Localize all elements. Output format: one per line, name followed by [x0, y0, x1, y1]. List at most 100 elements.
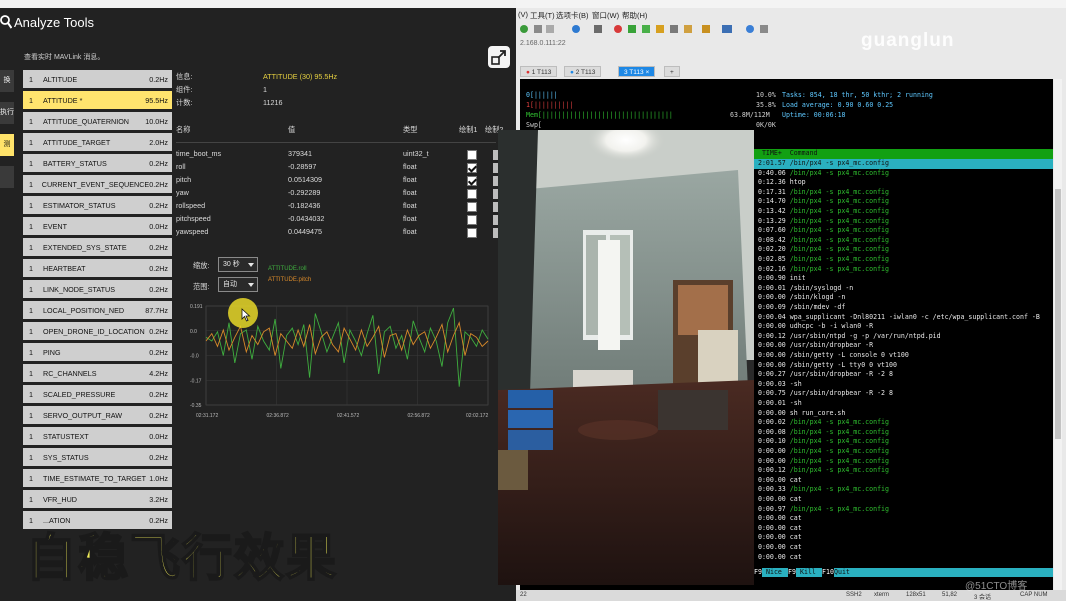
menu-tabs[interactable]: 选项卡(B)	[556, 10, 589, 21]
toolbar-copy-icon[interactable]	[546, 25, 554, 33]
toolbar-script-icon[interactable]	[684, 25, 692, 33]
process-row[interactable]: 0:12.36 htop	[754, 178, 1053, 188]
message-row[interactable]: 1 ATTITUDE * 95.5Hz	[23, 91, 172, 109]
process-row[interactable]: 0:00.09 /sbin/mdev -df	[754, 303, 1053, 313]
message-row[interactable]: 1 PING 0.2Hz	[23, 343, 172, 361]
process-row[interactable]: 0:00.00 /sbin/klogd -n	[754, 293, 1053, 303]
new-tab-button[interactable]: +	[664, 66, 680, 77]
process-row[interactable]: 0:00.01 /sbin/syslogd -n	[754, 284, 1053, 294]
process-row[interactable]: 0:00.02 /bin/px4 -s px4_mc.config	[754, 418, 1053, 428]
toolbar-expand-icon[interactable]	[642, 25, 650, 33]
process-row[interactable]: 0:00.00 cat	[754, 533, 1053, 543]
process-row[interactable]: 0:13.42 /bin/px4 -s px4_mc.config	[754, 207, 1053, 217]
fkey-label[interactable]: Nice	[766, 568, 782, 577]
process-row[interactable]: 0:00.04 wpa_supplicant -Dnl80211 -iwlan0…	[754, 313, 1053, 323]
process-row[interactable]: 0:00.00 udhcpc -b -i wlan0 -R	[754, 322, 1053, 332]
message-row[interactable]: 1 HEARTBEAT 0.2Hz	[23, 259, 172, 277]
terminal-scrollbar[interactable]	[1054, 79, 1062, 591]
tab-2[interactable]: ● 2 T113	[564, 66, 602, 77]
menu-help[interactable]: 帮助(H)	[622, 10, 647, 21]
process-row[interactable]: 0:00.01 -sh	[754, 399, 1053, 409]
plot1-checkbox[interactable]	[467, 202, 477, 212]
message-row[interactable]: 1 OPEN_DRONE_ID_LOCATION 0.2Hz	[23, 322, 172, 340]
fkey-key[interactable]: F9	[788, 568, 796, 577]
toolbar-help-icon[interactable]	[746, 25, 754, 33]
process-row[interactable]: 0:00.10 /bin/px4 -s px4_mc.config	[754, 437, 1053, 447]
plot1-checkbox[interactable]	[467, 228, 477, 238]
plot1-checkbox[interactable]	[467, 176, 477, 186]
menu-view[interactable]: (V)	[518, 10, 528, 19]
message-row[interactable]: 1 TIME_ESTIMATE_TO_TARGET 1.0Hz	[23, 469, 172, 487]
process-row[interactable]: 0:00.00 cat	[754, 524, 1053, 534]
process-row[interactable]: 0:17.31 /bin/px4 -s px4_mc.config	[754, 188, 1053, 198]
plot1-checkbox[interactable]	[467, 189, 477, 199]
message-row[interactable]: 1 SCALED_PRESSURE 0.2Hz	[23, 385, 172, 403]
toolbar-green-icon[interactable]	[628, 25, 636, 33]
rail-button-2[interactable]: 执行	[0, 102, 14, 124]
message-row[interactable]: 1 SERVO_OUTPUT_RAW 0.2Hz	[23, 406, 172, 424]
toolbar-lock-icon[interactable]	[656, 25, 664, 33]
process-row[interactable]: 0:13.29 /bin/px4 -s px4_mc.config	[754, 217, 1053, 227]
process-row[interactable]: 0:00.00 /bin/px4 -s px4_mc.config	[754, 457, 1053, 467]
message-row[interactable]: 1 STATUSTEXT 0.0Hz	[23, 427, 172, 445]
rail-button-1[interactable]: 换	[0, 70, 14, 92]
process-row[interactable]: 0:07.60 /bin/px4 -s px4_mc.config	[754, 226, 1053, 236]
toolbar-tools-icon[interactable]	[702, 25, 710, 33]
toolbar-layout-icon[interactable]	[722, 25, 732, 33]
plot1-checkbox[interactable]	[467, 163, 477, 173]
toolbar-connect-icon[interactable]	[520, 25, 528, 33]
process-row[interactable]: 0:00.00 /sbin/getty -L console 0 vt100	[754, 351, 1053, 361]
process-row[interactable]: 0:00.33 /bin/px4 -s px4_mc.config	[754, 485, 1053, 495]
message-row[interactable]: 1 CURRENT_EVENT_SEQUENCE 0.2Hz	[23, 175, 172, 193]
popout-button[interactable]	[488, 46, 510, 68]
toolbar-search-icon[interactable]	[534, 25, 542, 33]
tab-1[interactable]: ● 1 T113	[520, 66, 558, 77]
range-dropdown[interactable]: 自动	[218, 277, 258, 292]
process-row[interactable]: 0:00.08 /bin/px4 -s px4_mc.config	[754, 428, 1053, 438]
message-row[interactable]: 1 EVENT 0.0Hz	[23, 217, 172, 235]
process-row[interactable]: 0:00.75 /usr/sbin/dropbear -R -2 8	[754, 389, 1053, 399]
menu-window[interactable]: 窗口(W)	[592, 10, 619, 21]
message-row[interactable]: 1 ATTITUDE_QUATERNION 10.0Hz	[23, 112, 172, 130]
fkey-key[interactable]: F9	[754, 568, 762, 577]
rail-button-3[interactable]: 测	[0, 134, 14, 156]
process-row[interactable]: 0:00.90 init	[754, 274, 1053, 284]
process-row[interactable]: 2:01.57 /bin/px4 -s px4_mc.config	[754, 159, 1053, 169]
process-row[interactable]: 0:00.00 /sbin/getty -L tty0 0 vt100	[754, 361, 1053, 371]
fkey-key[interactable]: F10	[822, 568, 834, 577]
process-row[interactable]: 0:00.97 /bin/px4 -s px4_mc.config	[754, 505, 1053, 515]
message-row[interactable]: 1 EXTENDED_SYS_STATE 0.2Hz	[23, 238, 172, 256]
toolbar-chat-icon[interactable]	[760, 25, 768, 33]
plot1-checkbox[interactable]	[467, 215, 477, 225]
scrollbar-thumb[interactable]	[1055, 189, 1061, 439]
process-row[interactable]: 0:00.00 /bin/px4 -s px4_mc.config	[754, 447, 1053, 457]
process-row[interactable]: 0:00.00 cat	[754, 495, 1053, 505]
message-row[interactable]: 1 ESTIMATOR_STATUS 0.2Hz	[23, 196, 172, 214]
toolbar-red-icon[interactable]	[614, 25, 622, 33]
process-row[interactable]: 0:00.00 cat	[754, 476, 1053, 486]
process-row[interactable]: 0:00.12 /usr/sbin/ntpd -g -p /var/run/nt…	[754, 332, 1053, 342]
process-row[interactable]: 0:00.00 /usr/sbin/dropbear -R	[754, 341, 1053, 351]
process-row[interactable]: 0:00.03 -sh	[754, 380, 1053, 390]
message-row[interactable]: 1 VFR_HUD 3.2Hz	[23, 490, 172, 508]
process-row[interactable]: 0:02.16 /bin/px4 -s px4_mc.config	[754, 265, 1053, 275]
process-row[interactable]: 0:00.12 /bin/px4 -s px4_mc.config	[754, 466, 1053, 476]
toolbar-font-icon[interactable]	[594, 25, 602, 33]
message-row[interactable]: 1 LOCAL_POSITION_NED 87.7Hz	[23, 301, 172, 319]
message-row[interactable]: 1 ALTITUDE 0.2Hz	[23, 70, 172, 88]
message-row[interactable]: 1 LINK_NODE_STATUS 0.2Hz	[23, 280, 172, 298]
tab-3[interactable]: 3 T113 ×	[618, 66, 656, 77]
process-row[interactable]: 0:00.00 sh run_core.sh	[754, 409, 1053, 419]
message-row[interactable]: 1 RC_CHANNELS 4.2Hz	[23, 364, 172, 382]
message-row[interactable]: 1 ATTITUDE_TARGET 2.0Hz	[23, 133, 172, 151]
message-row[interactable]: 1 SYS_STATUS 0.2Hz	[23, 448, 172, 466]
process-row[interactable]: 0:02.85 /bin/px4 -s px4_mc.config	[754, 255, 1053, 265]
fkey-label[interactable]: Kill	[800, 568, 816, 577]
rail-button-4[interactable]	[0, 166, 14, 188]
scale-dropdown[interactable]: 30 秒	[218, 257, 258, 272]
toolbar-globe-icon[interactable]	[572, 25, 580, 33]
process-row[interactable]: 0:00.27 /usr/sbin/dropbear -R -2 8	[754, 370, 1053, 380]
menu-tools[interactable]: 工具(T)	[530, 10, 555, 21]
process-row[interactable]: 0:08.42 /bin/px4 -s px4_mc.config	[754, 236, 1053, 246]
process-row[interactable]: 0:40.06 /bin/px4 -s px4_mc.config	[754, 169, 1053, 179]
